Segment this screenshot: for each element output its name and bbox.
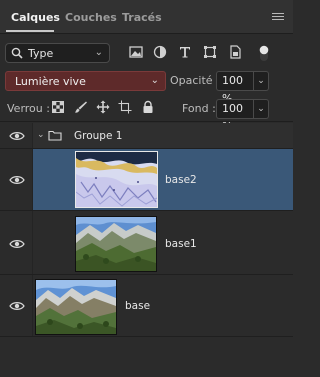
panel-menu-icon[interactable] xyxy=(272,13,284,22)
pixel-layer-filter-icon[interactable] xyxy=(129,45,145,61)
tab-calques[interactable]: Calques xyxy=(11,8,60,28)
visibility-column xyxy=(0,123,33,148)
lock-transparent-pixels-icon[interactable] xyxy=(51,100,67,116)
lock-image-pixels-icon[interactable] xyxy=(74,100,90,116)
filter-kind-select[interactable]: Type ⌄ xyxy=(5,43,110,63)
chevron-down-icon: ⌄ xyxy=(94,47,103,58)
layer-thumbnail-base xyxy=(35,279,117,335)
group-name: Groupe 1 xyxy=(74,130,123,142)
opacity-input[interactable]: 100 % xyxy=(216,71,254,105)
fill-label: Fond : xyxy=(182,102,216,115)
visibility-column xyxy=(0,275,33,336)
layer-filter-row: Type ⌄ xyxy=(0,40,293,66)
layer-row-base1[interactable]: base1 xyxy=(0,211,293,275)
opacity-slider-chevron-icon[interactable]: ⌄ xyxy=(254,71,269,91)
eye-icon[interactable] xyxy=(9,131,25,141)
active-tab-indicator xyxy=(6,30,54,32)
layers-empty-area xyxy=(0,337,293,377)
lock-artboard-icon[interactable] xyxy=(118,100,134,116)
type-layer-filter-icon[interactable] xyxy=(178,45,194,61)
eye-icon[interactable] xyxy=(9,301,25,311)
layer-name: base1 xyxy=(165,238,197,250)
search-icon xyxy=(11,47,23,62)
lock-all-icon[interactable] xyxy=(141,100,157,116)
chevron-down-icon: ⌄ xyxy=(150,75,159,86)
fill-input[interactable]: 100 % xyxy=(216,99,254,133)
eye-icon[interactable] xyxy=(9,239,25,249)
layer-row-base[interactable]: base xyxy=(0,275,293,337)
filter-toggle-switch[interactable] xyxy=(258,43,270,63)
panel-tab-bar: Calques Couches Tracés xyxy=(0,0,293,34)
tab-traces[interactable]: Tracés xyxy=(122,8,162,28)
layer-thumbnail-base1 xyxy=(75,216,157,272)
smart-object-filter-icon[interactable] xyxy=(228,45,244,61)
shape-layer-filter-icon[interactable] xyxy=(203,45,219,61)
blend-mode-value: Lumière vive xyxy=(15,75,86,88)
layer-group-row[interactable]: ⌄ Groupe 1 xyxy=(0,123,293,149)
blend-opacity-row: Lumière vive ⌄ Opacité : 100 % ⌄ xyxy=(0,68,293,105)
layers-list: ⌄ Groupe 1 base2 base1 base xyxy=(0,123,293,377)
layer-thumbnail-base2 xyxy=(75,151,158,208)
eye-icon[interactable] xyxy=(9,175,25,185)
visibility-column xyxy=(0,211,33,274)
layer-name: base xyxy=(125,300,151,312)
opacity-label: Opacité : xyxy=(170,74,220,87)
fill-slider-chevron-icon[interactable]: ⌄ xyxy=(254,99,269,119)
filter-kind-value: Type xyxy=(28,47,54,60)
visibility-column xyxy=(0,149,33,210)
lock-position-icon[interactable] xyxy=(96,100,112,116)
group-collapse-chevron-icon[interactable]: ⌄ xyxy=(37,130,45,140)
lock-label: Verrou : xyxy=(7,102,50,115)
lock-fill-row: Verrou : Fond : 100 % ⌄ xyxy=(0,96,293,133)
layer-name: base2 xyxy=(165,174,197,186)
tab-couches[interactable]: Couches xyxy=(65,8,117,28)
blend-mode-select[interactable]: Lumière vive ⌄ xyxy=(5,71,166,91)
folder-icon xyxy=(48,130,62,141)
layer-row-base2[interactable]: base2 xyxy=(0,149,293,211)
adjustment-layer-filter-icon[interactable] xyxy=(153,45,169,61)
